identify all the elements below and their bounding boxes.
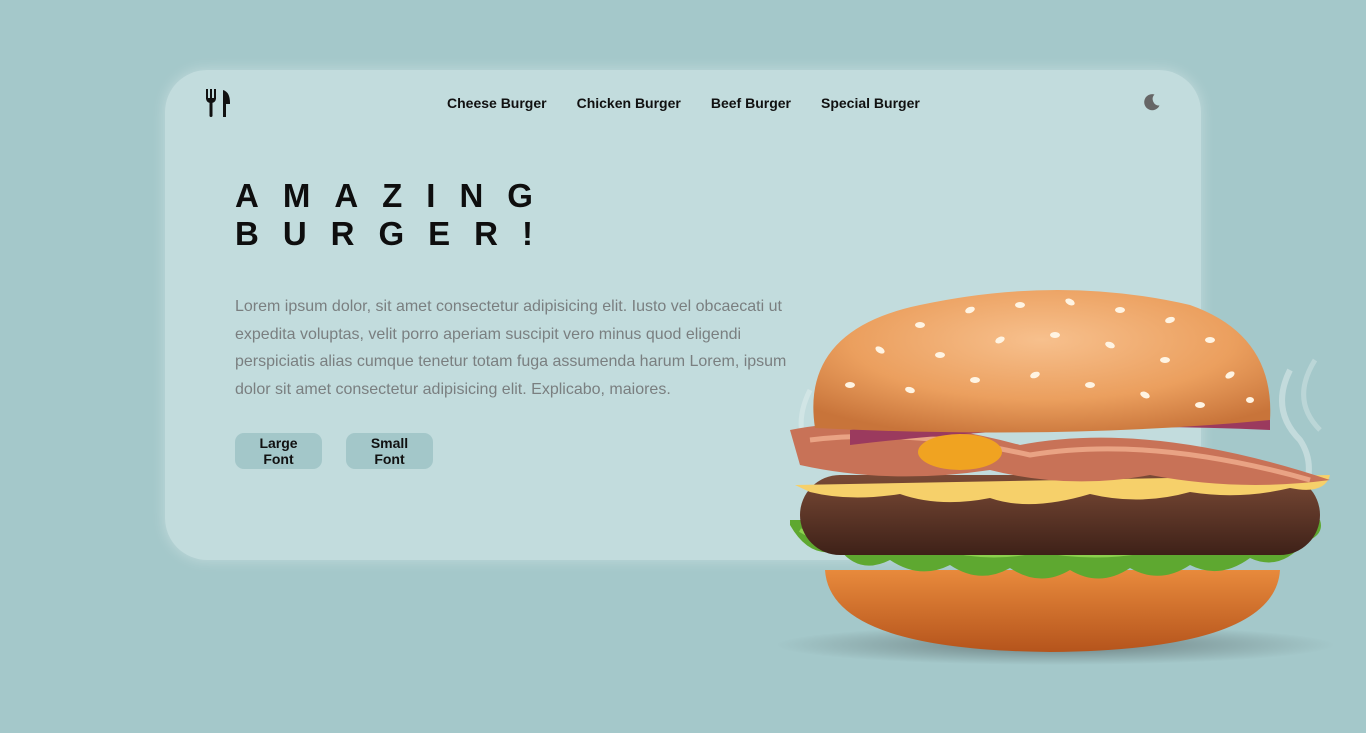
hero-title-line-1: AMAZING xyxy=(235,177,557,214)
moon-icon[interactable] xyxy=(1142,92,1162,112)
large-font-button[interactable]: Large Font xyxy=(235,433,322,469)
nav-item-beef-burger[interactable]: Beef Burger xyxy=(711,94,791,112)
hero-title: AMAZING BURGER! xyxy=(235,177,557,253)
small-font-button[interactable]: Small Font xyxy=(346,433,433,469)
page: Cheese Burger Chicken Burger Beef Burger… xyxy=(0,0,1366,733)
hero-description: Lorem ipsum dolor, sit amet consectetur … xyxy=(235,298,787,398)
main-nav: Cheese Burger Chicken Burger Beef Burger… xyxy=(447,94,920,112)
nav-item-cheese-burger[interactable]: Cheese Burger xyxy=(447,94,547,112)
fork-knife-icon[interactable] xyxy=(204,88,234,118)
burger-image xyxy=(775,290,1335,665)
nav-item-chicken-burger[interactable]: Chicken Burger xyxy=(577,94,681,112)
nav-item-special-burger[interactable]: Special Burger xyxy=(821,94,920,112)
hero-title-line-2: BURGER! xyxy=(235,215,557,252)
